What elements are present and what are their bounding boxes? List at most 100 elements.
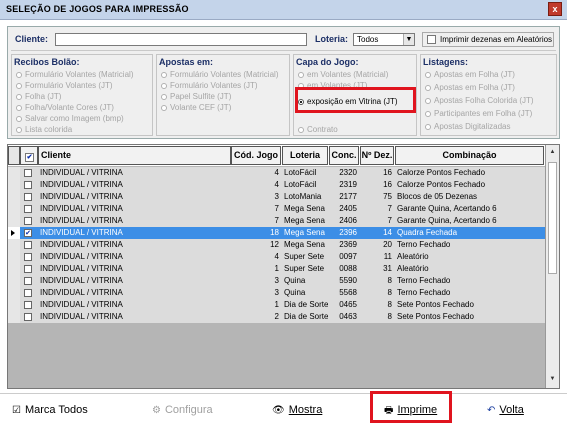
apostas-option[interactable]: Formulário Volantes (JT): [161, 81, 258, 90]
listagens-option[interactable]: Apostas em Folha (JT): [425, 70, 515, 79]
radio-icon[interactable]: [425, 84, 431, 91]
recibos-option[interactable]: Salvar como Imagem (bmp): [16, 114, 124, 123]
listagens-option[interactable]: Apostas Folha Colorida (JT): [425, 96, 534, 105]
radio-icon[interactable]: [161, 82, 167, 89]
apostas-option[interactable]: Formulário Volantes (Matricial): [161, 70, 278, 79]
listagens-option[interactable]: Participantes em Folha (JT): [425, 109, 532, 118]
row-checkbox[interactable]: [22, 239, 36, 251]
capa-option[interactable]: em Volantes (Matricial): [298, 70, 388, 79]
header-cliente[interactable]: Cliente: [38, 146, 231, 165]
table-row[interactable]: INDIVIDUAL / VITRINA 4 LotoFácil 2319 16 Calo…: [8, 179, 545, 191]
recibos-option[interactable]: Folha/Volante Cores (JT): [16, 103, 114, 112]
table-row[interactable]: INDIVIDUAL / VITRINA 7 Mega Sena 2405 7 Garan…: [8, 203, 545, 215]
header-combinacao[interactable]: Combinação: [395, 146, 544, 165]
row-checkbox[interactable]: [22, 275, 36, 287]
radio-icon[interactable]: [298, 126, 304, 133]
header-select-all[interactable]: ✔: [20, 146, 38, 165]
scroll-thumb[interactable]: [548, 162, 557, 274]
table-row[interactable]: INDIVIDUAL / VITRINA 1 Super Sete 0088 31 Ale…: [8, 263, 545, 275]
marca-todos-button[interactable]: ☑ Marca Todos: [12, 401, 88, 419]
row-indicator: [8, 215, 20, 227]
table-row[interactable]: INDIVIDUAL / VITRINA 3 Quina 5568 8 Terno Fec…: [8, 287, 545, 299]
cell-conc: 0088: [339, 264, 357, 273]
table-row[interactable]: INDIVIDUAL / VITRINA 4 Super Sete 0097 11 Ale…: [8, 251, 545, 263]
radio-icon[interactable]: [425, 71, 431, 78]
highlight-box: [295, 87, 416, 113]
radio-icon[interactable]: [425, 97, 431, 104]
header-loteria[interactable]: Loteria: [282, 146, 328, 165]
radio-icon[interactable]: [16, 82, 22, 89]
radio-icon[interactable]: [16, 104, 22, 111]
radio-icon[interactable]: [425, 123, 431, 130]
row-checkbox[interactable]: ✔: [22, 227, 36, 239]
mostra-button[interactable]: 👁 Mostra: [272, 401, 322, 419]
cliente-input[interactable]: [55, 33, 307, 46]
scroll-up-icon[interactable]: ▲: [547, 147, 558, 158]
check-icon[interactable]: ✔: [25, 152, 34, 162]
table-row[interactable]: INDIVIDUAL / VITRINA 7 Mega Sena 2406 7 Garan…: [8, 215, 545, 227]
radio-icon[interactable]: [161, 71, 167, 78]
cell-loteria: Mega Sena: [284, 228, 325, 237]
row-checkbox[interactable]: [22, 263, 36, 275]
row-checkbox[interactable]: [22, 203, 36, 215]
listagens-option[interactable]: Apostas Digitalizadas: [425, 122, 510, 131]
cell-loteria: Super Sete: [284, 264, 325, 273]
recibos-option[interactable]: Lista colorida: [16, 125, 72, 134]
row-checkbox[interactable]: [22, 287, 36, 299]
cell-conc: 0465: [339, 300, 357, 309]
header-num-dez[interactable]: Nº Dez.: [360, 146, 394, 165]
table-row[interactable]: INDIVIDUAL / VITRINA 12 Mega Sena 2369 20 Ter…: [8, 239, 545, 251]
checkbox-icon: [24, 253, 32, 261]
table-row[interactable]: INDIVIDUAL / VITRINA 4 LotoFácil 2320 16 Calo…: [8, 167, 545, 179]
cell-cliente: INDIVIDUAL / VITRINA: [40, 216, 123, 225]
cell-loteria: LotoMania: [284, 192, 322, 201]
cell-combinacao: Calorze Pontos Fechado: [397, 168, 486, 177]
row-checkbox[interactable]: [22, 167, 36, 179]
table-row[interactable]: INDIVIDUAL / VITRINA 1 Dia de Sorte 0465 8 Se…: [8, 299, 545, 311]
cell-cod-jogo: 7: [274, 216, 279, 225]
radio-icon[interactable]: [16, 71, 22, 78]
radio-icon[interactable]: [425, 110, 431, 117]
chevron-down-icon[interactable]: ▼: [403, 34, 414, 45]
loteria-select[interactable]: Todos ▼: [353, 33, 415, 46]
close-button[interactable]: x: [548, 2, 562, 16]
radio-icon[interactable]: [298, 71, 304, 78]
table-row[interactable]: INDIVIDUAL / VITRINA 3 Quina 5590 8 Terno Fec…: [8, 275, 545, 287]
apostas-option[interactable]: Papel Sulfite (JT): [161, 92, 231, 101]
cell-combinacao: Sete Pontos Fechado: [397, 312, 474, 321]
cell-cliente: INDIVIDUAL / VITRINA: [40, 312, 123, 321]
cell-conc: 0463: [339, 312, 357, 321]
radio-icon[interactable]: [16, 93, 22, 100]
row-checkbox[interactable]: [22, 299, 36, 311]
row-checkbox[interactable]: [22, 311, 36, 323]
recibos-option[interactable]: Formulário Volantes (Matricial): [16, 70, 133, 79]
recibos-option[interactable]: Formulário Volantes (JT): [16, 81, 113, 90]
table-row[interactable]: INDIVIDUAL / VITRINA 3 LotoMania 2177 75 Bloc…: [8, 191, 545, 203]
row-checkbox[interactable]: [22, 215, 36, 227]
table-row[interactable]: INDIVIDUAL / VITRINA 2 Dia de Sorte 0463 8 Se…: [8, 311, 545, 323]
configura-button[interactable]: ⚙ Configura: [152, 401, 213, 419]
radio-icon[interactable]: [161, 104, 167, 111]
aleatorios-checkbox[interactable]: Imprimir dezenas em Aleatórios: [422, 32, 554, 47]
vertical-scrollbar[interactable]: ▲ ▼: [545, 145, 559, 388]
row-checkbox[interactable]: [22, 251, 36, 263]
checkbox-icon: [24, 193, 32, 201]
checkbox-icon[interactable]: [427, 35, 436, 45]
apostas-option[interactable]: Volante CEF (JT): [161, 103, 231, 112]
recibos-option[interactable]: Folha (JT): [16, 92, 61, 101]
scroll-down-icon[interactable]: ▼: [547, 374, 558, 385]
header-conc[interactable]: Conc.: [329, 146, 359, 165]
capa-option[interactable]: Contrato: [298, 125, 338, 134]
table-row[interactable]: ✔ INDIVIDUAL / VITRINA 18 Mega Sena 2396 14 Qu…: [8, 227, 545, 239]
cell-conc: 5590: [339, 276, 357, 285]
radio-icon[interactable]: [161, 93, 167, 100]
listagens-option[interactable]: Apostas em Folha (JT): [425, 83, 515, 92]
volta-button[interactable]: ↶ Volta: [487, 401, 524, 419]
header-cod-jogo[interactable]: Cód. Jogo: [231, 146, 281, 165]
radio-icon[interactable]: [16, 126, 22, 133]
radio-icon[interactable]: [16, 115, 22, 122]
row-indicator: [8, 191, 20, 203]
row-checkbox[interactable]: [22, 191, 36, 203]
row-checkbox[interactable]: [22, 179, 36, 191]
cell-conc: 2396: [339, 228, 357, 237]
